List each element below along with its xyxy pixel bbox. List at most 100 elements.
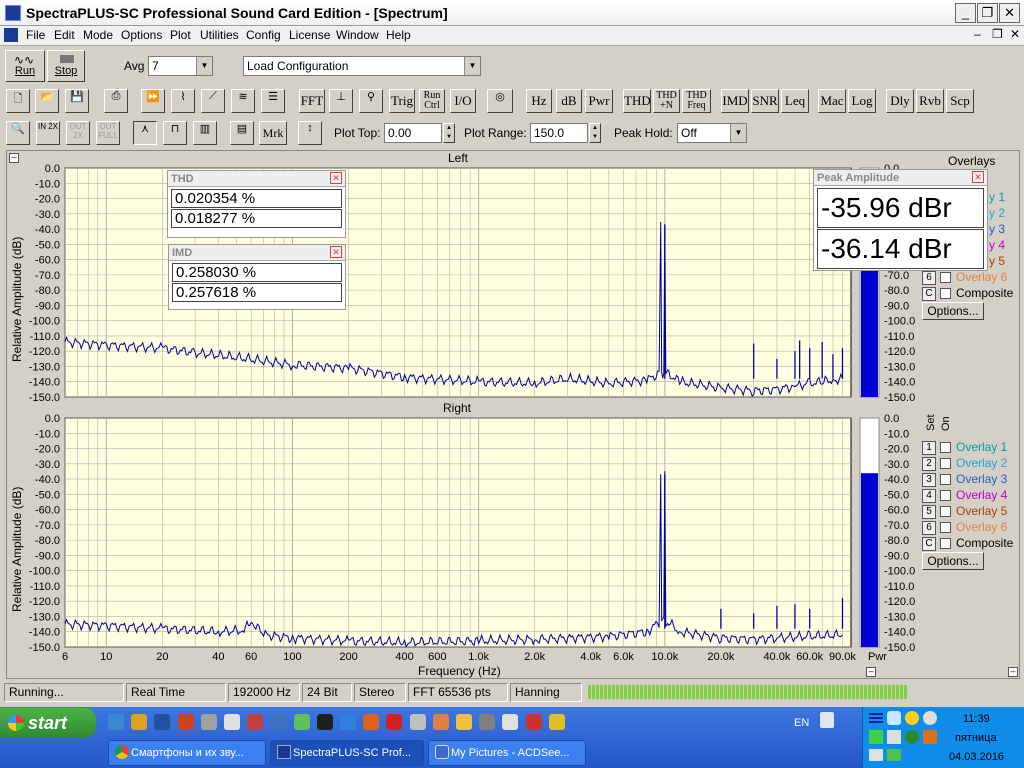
calculator-icon[interactable] bbox=[270, 714, 287, 730]
overlay-1-checkbox[interactable] bbox=[940, 442, 951, 454]
task-acdsee[interactable]: My Pictures - ACDSee... bbox=[428, 740, 586, 766]
rvb-button[interactable]: Rvb bbox=[916, 89, 944, 113]
avg-select[interactable]: 7 ▼ bbox=[148, 56, 213, 76]
phase-icon[interactable]: ≋ bbox=[231, 89, 255, 113]
menu-window[interactable]: Window bbox=[336, 28, 379, 42]
game-icon[interactable] bbox=[316, 714, 333, 730]
overlay-6-checkbox[interactable] bbox=[940, 522, 951, 534]
menu-options[interactable]: Options bbox=[121, 28, 162, 42]
spectrum-icon[interactable]: ⌇ bbox=[171, 89, 195, 113]
overlay-1-set-button[interactable]: 1 bbox=[922, 440, 936, 455]
menu-mode[interactable]: Mode bbox=[83, 28, 113, 42]
volume-icon[interactable] bbox=[869, 749, 883, 761]
config-select[interactable]: Load Configuration ▼ bbox=[243, 56, 481, 76]
generator-icon[interactable]: ◎ bbox=[487, 89, 513, 113]
plot-top-spinner[interactable]: ▲ ▼ bbox=[443, 123, 455, 143]
hz-button[interactable]: Hz bbox=[526, 89, 552, 113]
overlay-1-partial[interactable]: y 1 bbox=[989, 190, 1005, 204]
emoticon-icon[interactable] bbox=[456, 714, 472, 730]
overlay-5-checkbox[interactable] bbox=[940, 506, 951, 518]
snr-button[interactable]: SNR bbox=[751, 89, 779, 113]
save-icon[interactable]: 💾 bbox=[65, 89, 89, 113]
overlay-3-checkbox[interactable] bbox=[940, 474, 951, 486]
menu-utilities[interactable]: Utilities bbox=[200, 28, 239, 42]
stop-button[interactable]: Stop bbox=[47, 50, 85, 82]
y-scale-icon[interactable]: ↕ bbox=[298, 121, 322, 145]
overlay-4-checkbox[interactable] bbox=[940, 490, 951, 502]
thdn-button[interactable]: THD +N bbox=[653, 89, 680, 113]
media-player-icon[interactable] bbox=[131, 714, 148, 730]
overlay-2-set-button[interactable]: 2 bbox=[922, 456, 936, 471]
task-spectraplus[interactable]: SpectraPLUS-SC Prof... bbox=[270, 740, 424, 766]
composite-set-button[interactable]: C bbox=[922, 286, 936, 301]
tray-app-icon[interactable] bbox=[869, 730, 883, 744]
leq-button[interactable]: Leq bbox=[781, 89, 809, 113]
user-icon[interactable] bbox=[432, 714, 449, 730]
thd-freq-button[interactable]: THD Freq bbox=[682, 89, 711, 113]
scp-button[interactable]: Scp bbox=[946, 89, 974, 113]
fft-button[interactable]: FFT bbox=[299, 89, 325, 113]
thd-button[interactable]: THD bbox=[623, 89, 651, 113]
mdi-icon[interactable] bbox=[4, 28, 18, 42]
composite-checkbox[interactable] bbox=[940, 538, 951, 550]
close-icon[interactable]: ✕ bbox=[972, 171, 984, 183]
options-button-left[interactable]: Options... bbox=[922, 302, 984, 320]
mrk-button[interactable]: Mrk bbox=[259, 121, 287, 145]
window-icon[interactable] bbox=[887, 711, 901, 725]
mail-icon[interactable] bbox=[247, 714, 264, 730]
menu-icon[interactable] bbox=[869, 713, 883, 725]
overlay-6-checkbox[interactable] bbox=[940, 272, 951, 284]
ie-alt-icon[interactable] bbox=[340, 714, 356, 730]
acdsee-icon[interactable] bbox=[409, 714, 426, 730]
speaker-icon[interactable] bbox=[479, 714, 496, 730]
overlay-3-set-button[interactable]: 3 bbox=[922, 472, 936, 487]
menu-file[interactable]: File bbox=[26, 28, 45, 42]
mdi-restore-button[interactable]: ❐ bbox=[992, 27, 1003, 41]
close-icon[interactable]: ✕ bbox=[330, 172, 342, 184]
firefox-icon[interactable] bbox=[363, 714, 380, 730]
trig-button[interactable]: Trig bbox=[389, 89, 415, 113]
fast-forward-icon[interactable]: ⏩ bbox=[141, 89, 165, 113]
table-icon[interactable]: ▤ bbox=[230, 121, 254, 145]
run-ctrl-button[interactable]: Run Ctrl bbox=[419, 89, 445, 113]
close-icon[interactable]: ✕ bbox=[330, 246, 342, 258]
bar-plot-icon[interactable]: ▥ bbox=[193, 121, 217, 145]
overlay-5-set-button[interactable]: 5 bbox=[922, 504, 936, 519]
io-button[interactable]: I/O bbox=[450, 89, 476, 113]
pwr-button[interactable]: Pwr bbox=[585, 89, 613, 113]
imd-button[interactable]: IMD bbox=[721, 89, 749, 113]
overlay-4-partial[interactable]: y 4 bbox=[989, 238, 1005, 252]
composite-checkbox[interactable] bbox=[940, 288, 951, 300]
zoom-out-2x-icon[interactable]: OUT 2X bbox=[66, 121, 90, 145]
line-plot-icon[interactable]: ⋏ bbox=[133, 121, 157, 145]
book-icon[interactable] bbox=[923, 730, 937, 744]
collapse-icon[interactable]: – bbox=[1008, 667, 1018, 677]
overlay-3-partial[interactable]: y 3 bbox=[989, 222, 1005, 236]
overlay-5-partial[interactable]: y 5 bbox=[989, 254, 1005, 268]
mac-button[interactable]: Mac bbox=[818, 89, 846, 113]
menu-plot[interactable]: Plot bbox=[170, 28, 191, 42]
alien-icon[interactable] bbox=[502, 714, 519, 730]
menu-help[interactable]: Help bbox=[386, 28, 411, 42]
overlay-6-set-button[interactable]: 6 bbox=[922, 270, 936, 285]
log-button[interactable]: Log bbox=[848, 89, 876, 113]
overlay-6-set-button[interactable]: 6 bbox=[922, 520, 936, 535]
task-chrome[interactable]: Смартфоны и их зву... bbox=[108, 740, 266, 766]
info-icon[interactable] bbox=[905, 730, 919, 744]
new-icon[interactable]: 🗋 bbox=[6, 89, 30, 113]
spectrogram-icon[interactable]: ☰ bbox=[261, 89, 285, 113]
plot-area[interactable] bbox=[64, 417, 852, 648]
db-button[interactable]: dB bbox=[556, 89, 582, 113]
mdi-min-button[interactable]: – bbox=[974, 27, 981, 41]
overlay-2-partial[interactable]: y 2 bbox=[989, 206, 1005, 220]
plot-top-input[interactable]: 0.00 bbox=[384, 123, 442, 143]
open-icon[interactable]: 📂 bbox=[35, 89, 59, 113]
zoom-out-full-icon[interactable]: OUT FULL bbox=[96, 121, 120, 145]
ie-icon[interactable] bbox=[108, 714, 124, 730]
step-plot-icon[interactable]: ⊓ bbox=[163, 121, 187, 145]
time-series-icon[interactable]: ⟋ bbox=[201, 89, 225, 113]
composite-set-button[interactable]: C bbox=[922, 536, 936, 551]
flash-icon[interactable] bbox=[224, 714, 240, 730]
minimize-button[interactable]: _ bbox=[955, 3, 976, 23]
tool-icon[interactable] bbox=[177, 714, 194, 730]
